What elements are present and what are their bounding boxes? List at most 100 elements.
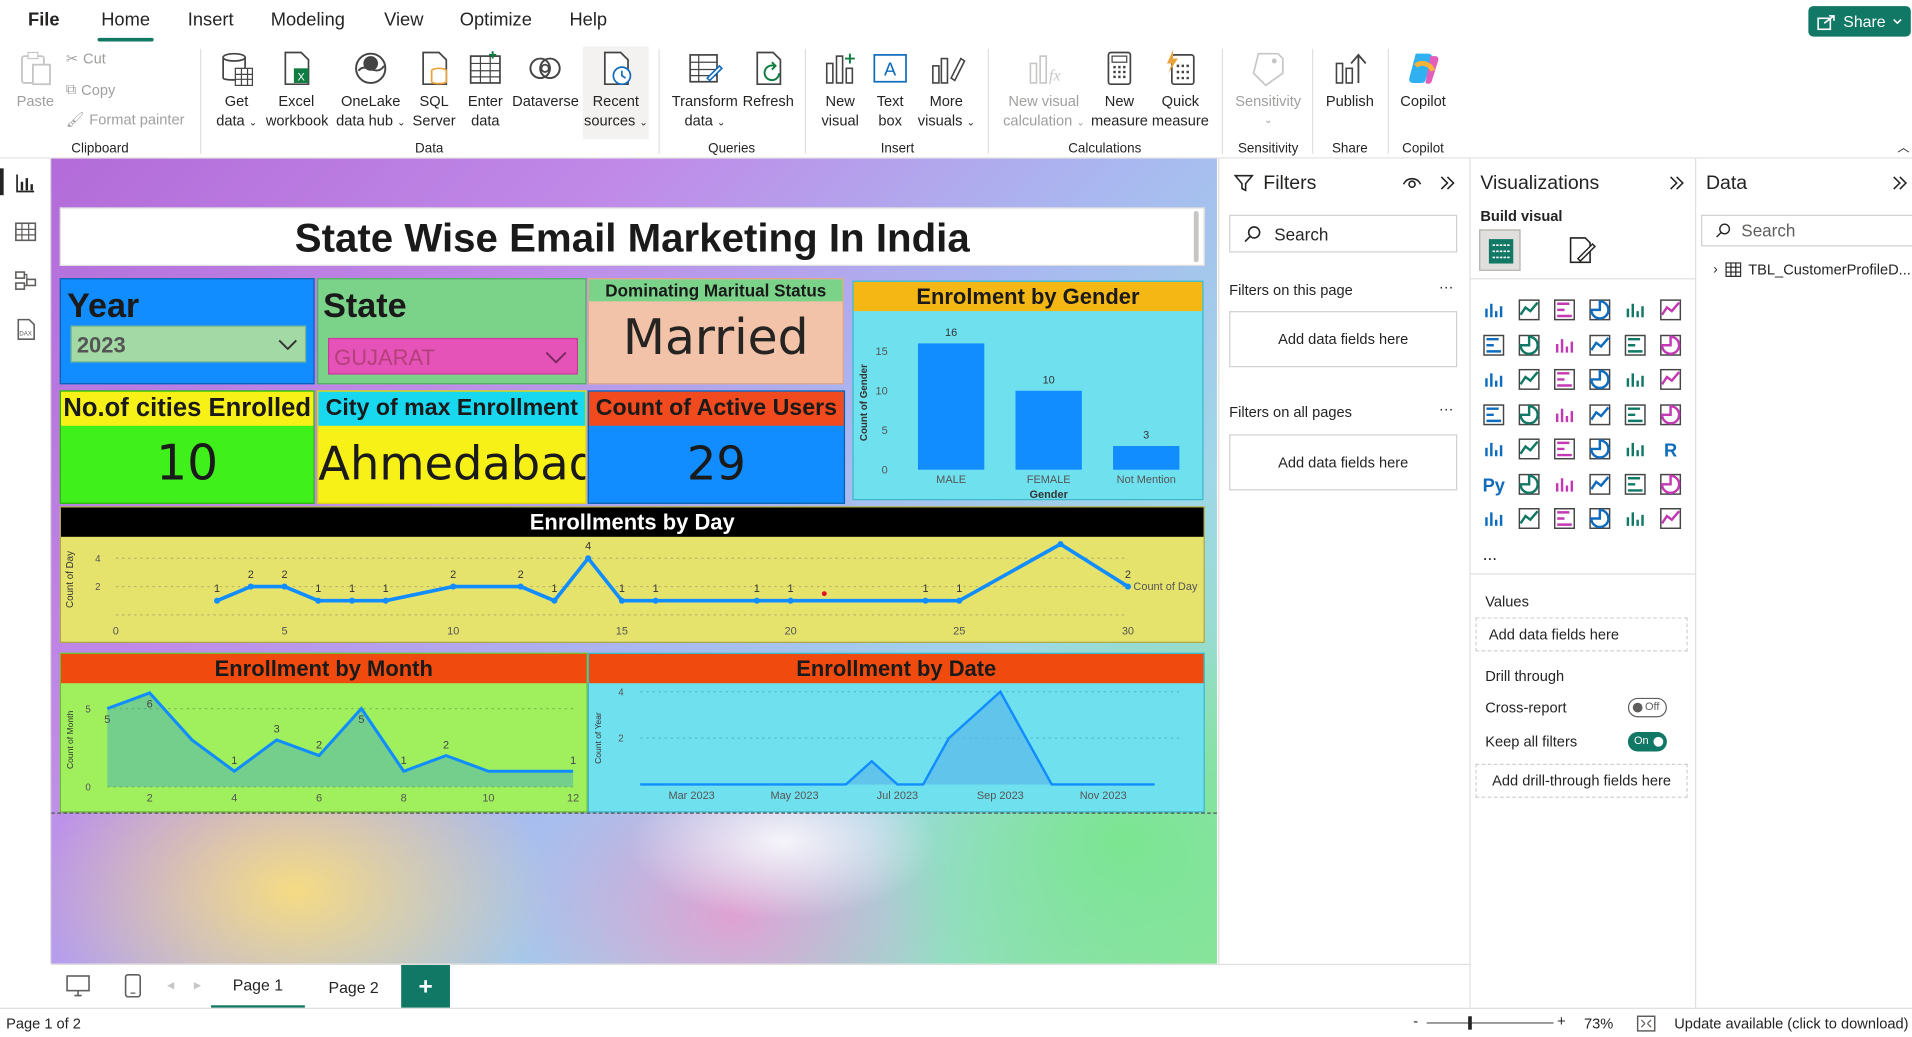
button-slicer-icon[interactable] [1552,506,1576,530]
line-chart-icon[interactable] [1482,332,1506,356]
more-options-icon[interactable]: ··· [1439,278,1454,295]
shape-map-icon[interactable] [1588,402,1612,426]
kpi-icon[interactable] [1517,437,1541,461]
table-icon[interactable] [1588,437,1612,461]
pie-chart-icon[interactable] [1623,367,1647,391]
paste-button[interactable]: Paste [12,49,58,111]
menu-view[interactable]: View [384,10,423,31]
more-visuals-button[interactable]: More visuals ⌄ [915,49,978,133]
sensitivity-button[interactable]: Sensitivity ⌄ [1229,49,1307,131]
values-dropzone[interactable]: Add data fields here [1475,617,1688,652]
onelake-data-hub-button[interactable]: OneLake data hub ⌄ [334,49,407,133]
filters-on-page-dropzone[interactable]: Add data fields here [1229,311,1458,368]
zoom-out-button[interactable]: - [1413,1013,1418,1030]
more-visuals-ellipsis[interactable]: ... [1483,544,1497,564]
menu-help[interactable]: Help [569,10,607,31]
new-visual-calculation-button[interactable]: fx New visual calculation ⌄ [997,49,1090,133]
cut-button[interactable]: ✂ Cut [66,50,106,67]
build-visual-tab[interactable] [1479,229,1521,271]
donut-chart-icon[interactable] [1658,367,1682,391]
100-area-icon[interactable] [1588,332,1612,356]
python-visual-icon[interactable]: Py [1482,472,1506,496]
get-data-button[interactable]: Get data ⌄ [210,49,264,133]
more-visual-icon[interactable] [1658,506,1682,530]
next-page-icon[interactable]: ▸ [194,976,201,993]
format-visual-icon[interactable] [1566,234,1598,266]
menu-optimize[interactable]: Optimize [460,10,532,31]
card-icon[interactable] [1482,437,1506,461]
gender-chart[interactable]: Enrolment by Gender 0 5 10 15 16 MALE 10 FEMALE… [852,280,1204,501]
day-chart[interactable]: Enrollments by Day 2 4 0 5 10 15 20 25 30 1 2 2 1 1 1 2… [59,506,1205,643]
qa-icon[interactable] [1588,472,1612,496]
stacked-bar-icon[interactable] [1482,298,1506,322]
more-options-icon[interactable]: ··· [1439,400,1454,417]
page-tab-2[interactable]: Page 2 [307,965,400,1009]
year-dropdown[interactable]: 2023 [70,325,307,363]
menu-file[interactable]: File [28,10,60,31]
drill-through-dropzone[interactable]: Add drill-through fields here [1475,763,1688,798]
refresh-button[interactable]: Refresh [741,49,795,111]
new-measure-button[interactable]: New measure [1090,49,1149,131]
area-chart-icon[interactable] [1517,332,1541,356]
collapse-filters-icon[interactable] [1439,174,1456,191]
format-painter-button[interactable]: 🖌 Format painter [66,111,185,128]
previous-page-icon[interactable]: ◂ [167,976,174,993]
model-view-icon[interactable] [13,268,37,292]
line-clustered-icon[interactable] [1658,332,1682,356]
report-view-icon[interactable] [13,171,37,195]
transform-data-button[interactable]: Transform data ⌄ [668,49,741,133]
100-bar-icon[interactable] [1623,298,1647,322]
clustered-column-icon[interactable] [1588,298,1612,322]
copy-button[interactable]: ⧉ Copy [66,81,116,99]
zoom-slider-thumb[interactable] [1468,1016,1472,1030]
text-box-button[interactable]: A Text box [868,49,912,131]
ribbon-chart-icon[interactable] [1482,367,1506,391]
state-dropdown[interactable]: GUJARAT [328,337,578,375]
collapse-data-icon[interactable] [1891,174,1908,191]
add-page-button[interactable]: + [401,965,450,1009]
eye-icon[interactable] [1402,176,1422,191]
data-search-input[interactable]: Search [1701,214,1912,247]
stacked-column-icon[interactable] [1517,298,1541,322]
dax-query-view-icon[interactable]: DAX [13,317,37,341]
map-icon[interactable] [1517,402,1541,426]
funnel-icon[interactable] [1552,367,1576,391]
enter-data-button[interactable]: Enter data [461,49,510,131]
goals-icon[interactable] [1658,472,1682,496]
filled-map-icon[interactable] [1552,402,1576,426]
dataverse-button[interactable]: Dataverse [512,49,579,111]
matrix-icon[interactable] [1623,437,1647,461]
copilot-button[interactable]: Copilot [1393,49,1454,111]
keep-filters-toggle[interactable]: On [1627,732,1667,752]
menu-modeling[interactable]: Modeling [271,10,345,31]
zoom-slider[interactable] [1426,1022,1554,1024]
data-table-item[interactable]: › TBL_CustomerProfileD... [1713,261,1911,278]
recent-sources-button[interactable]: Recent sources ⌄ [582,46,649,140]
stacked-area-icon[interactable] [1552,332,1576,356]
update-available-link[interactable]: Update available (click to download) [1674,1015,1908,1032]
month-chart[interactable]: Enrollment by Month 0 5 2 4 6 8 10 12 5 6 1 3 2 5 1 2 1 C… [59,652,588,813]
sql-server-button[interactable]: SQL Server [410,49,459,131]
desktop-layout-icon[interactable] [66,975,90,997]
menu-insert[interactable]: Insert [188,10,234,31]
date-chart[interactable]: Enrollment by Date 2 4 Mar 2023 May 2023 Jul… [587,652,1205,813]
key-influencers-icon[interactable] [1517,472,1541,496]
scatter-icon[interactable] [1588,367,1612,391]
card-new-icon[interactable] [1517,506,1541,530]
gauge-icon[interactable] [1658,402,1682,426]
cross-report-toggle[interactable]: Off [1627,697,1667,718]
power-automate-icon[interactable] [1623,506,1647,530]
narrative-icon[interactable] [1623,472,1647,496]
clustered-bar-icon[interactable] [1552,298,1576,322]
filters-search-input[interactable]: Search [1229,214,1458,253]
publish-button[interactable]: Publish [1319,49,1380,111]
r-visual-icon[interactable]: R [1658,437,1682,461]
zoom-in-button[interactable]: + [1557,1013,1566,1030]
treemap-icon[interactable] [1482,402,1506,426]
excel-workbook-button[interactable]: X Excel workbook [266,49,328,131]
line-column-icon[interactable] [1623,332,1647,356]
power-apps-icon[interactable] [1588,506,1612,530]
table-view-icon[interactable] [13,220,37,244]
quick-measure-button[interactable]: Quick measure [1149,49,1212,131]
title-scrollbar[interactable] [1193,211,1199,263]
